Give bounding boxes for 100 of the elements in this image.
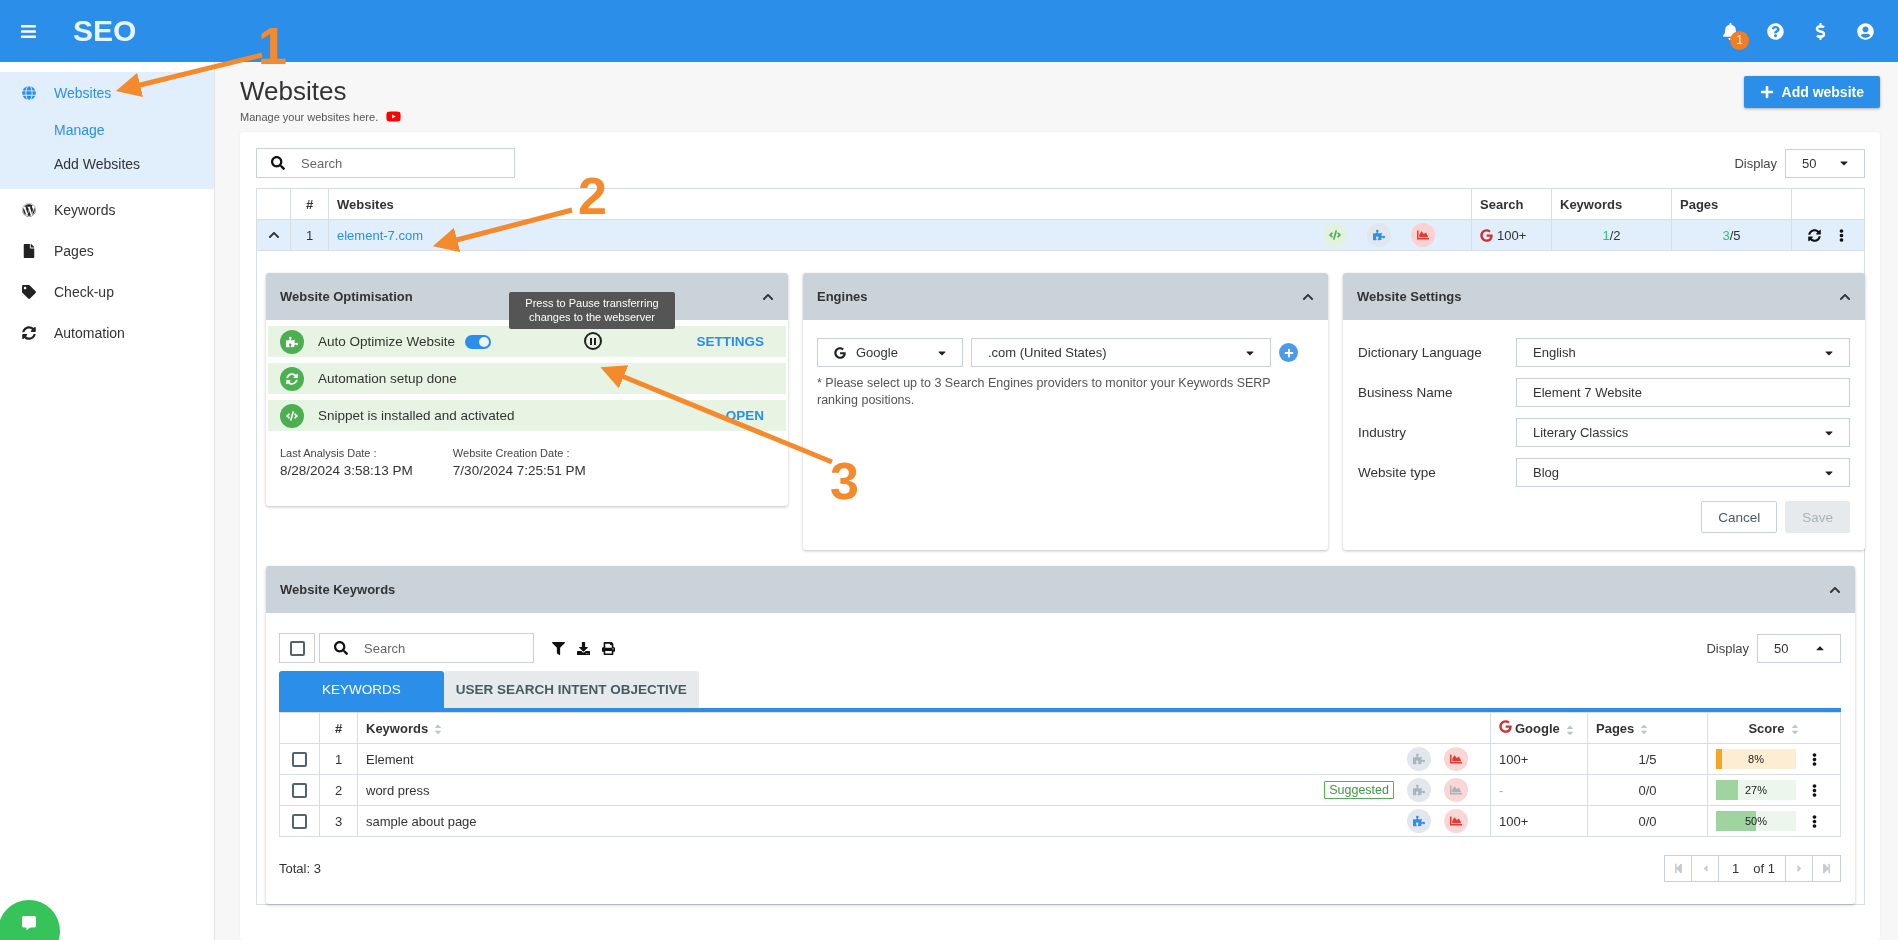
sync-icon [280, 366, 304, 391]
status-label: Automation setup done [318, 371, 457, 386]
puzzle-icon[interactable] [1407, 809, 1431, 833]
page-number[interactable]: 1 [1732, 861, 1740, 876]
column-header: Keywords [1551, 188, 1672, 220]
page-title: Websites [240, 76, 348, 107]
search-icon [334, 641, 348, 655]
sidebar-item[interactable]: Keywords [0, 189, 214, 230]
sidebar-item[interactable]: Pages [0, 230, 214, 271]
page-count: of 1 [1753, 861, 1775, 876]
google-icon [1499, 721, 1512, 736]
google-icon [1480, 228, 1493, 242]
search-rank: 100+ [1497, 227, 1527, 243]
display-label: Display [1734, 155, 1777, 171]
keyword-text: Element [366, 751, 414, 767]
engine-select[interactable]: Google [817, 338, 963, 367]
add-icon[interactable] [1279, 343, 1298, 362]
chart-icon[interactable] [1444, 747, 1468, 771]
annotation-number: 3 [830, 455, 859, 507]
row-checkbox[interactable] [292, 813, 307, 829]
annotation-number: 2 [578, 170, 607, 222]
panel-title: Website Keywords [280, 582, 396, 597]
select-field[interactable]: Literary Classics [1516, 418, 1850, 447]
column-header[interactable]: Pages [1596, 720, 1635, 736]
row-checkbox[interactable] [292, 751, 307, 767]
collapse-icon[interactable] [267, 229, 280, 241]
status-label: Auto Optimize Website [318, 334, 456, 349]
keyword-text: sample about page [366, 813, 477, 829]
download-icon[interactable] [577, 641, 590, 655]
select-all-checkbox[interactable] [289, 640, 305, 656]
user-icon[interactable] [1857, 22, 1874, 40]
column-header[interactable]: Score [1748, 720, 1785, 736]
date-value: 7/30/2024 7:25:51 PM [452, 463, 586, 478]
score-value: 8% [1747, 752, 1765, 767]
table-cell: 1/2 [1551, 219, 1672, 251]
table-cell: 0/0 [1587, 774, 1708, 806]
tag-icon [22, 284, 36, 299]
column-header: Pages [1671, 188, 1792, 220]
table-cell: 3/5 [1671, 219, 1792, 251]
suggested-badge: Suggested [1324, 781, 1394, 799]
chart-icon[interactable] [1444, 778, 1468, 802]
tab[interactable]: USER SEARCH INTENT OBJECTIVE [443, 671, 699, 708]
app-title: SEO [73, 14, 137, 48]
refresh-icon[interactable] [1808, 228, 1821, 242]
select-field[interactable]: English [1516, 338, 1850, 367]
field-label: Industry [1358, 425, 1408, 440]
puzzle-icon[interactable] [1407, 778, 1431, 802]
sidebar-item[interactable]: Automation [0, 312, 214, 353]
score-value: 50% [1744, 814, 1768, 829]
table-cell: 100+ [1490, 743, 1588, 775]
cancel-button[interactable]: Cancel [1701, 501, 1778, 533]
plus-icon [1759, 85, 1774, 99]
column-header[interactable]: Keywords [366, 720, 429, 736]
file-icon [22, 243, 36, 258]
toggle-switch[interactable] [465, 334, 492, 349]
panel-title: Engines [817, 289, 868, 304]
puzzle-icon[interactable] [1367, 223, 1391, 247]
sidebar-item[interactable]: Check-up [0, 271, 214, 312]
search-field[interactable]: Search [256, 148, 515, 178]
annotation-number: 1 [258, 20, 287, 72]
status-label: Snippet is installed and activated [318, 408, 515, 423]
column-header: Search [1471, 188, 1552, 220]
display-select[interactable]: 50 [1757, 633, 1841, 663]
score-value: 27% [1744, 783, 1768, 798]
engines-note: * Please select up to 3 Search Engines providers to monitor your Keywords SERP ranking positions. [817, 375, 1272, 409]
table-cell: 1/5 [1587, 743, 1708, 775]
column-header: # [319, 712, 358, 744]
table-cell: - [1490, 774, 1588, 806]
date-label: Last Analysis Date : [280, 447, 378, 459]
filter-icon[interactable] [552, 641, 565, 655]
chart-icon[interactable] [1411, 223, 1435, 247]
panel-title: Website Settings [1357, 289, 1462, 304]
field-label: Dictionary Language [1358, 345, 1483, 360]
menu-icon[interactable] [20, 22, 37, 40]
table-cell: 100+ [1490, 805, 1588, 837]
notification-badge: 1 [1730, 30, 1749, 50]
chart-icon[interactable] [1444, 809, 1468, 833]
date-value: 8/28/2024 3:58:13 PM [280, 463, 413, 478]
search-field[interactable]: Search [319, 633, 534, 663]
code-icon [280, 403, 304, 428]
date-label: Website Creation Date : [452, 447, 571, 459]
input-field[interactable]: Element 7 Website [1516, 378, 1850, 407]
puzzle-icon [280, 329, 304, 354]
puzzle-icon[interactable] [1407, 747, 1431, 771]
panel-title: Website Optimisation [280, 289, 413, 304]
globe-icon [22, 85, 36, 100]
select-field[interactable]: Blog [1516, 458, 1850, 487]
sidebar-subitem[interactable]: Add Websites [0, 147, 214, 181]
table-cell: 0/0 [1587, 805, 1708, 837]
field-label: Website type [1358, 465, 1437, 480]
video-icon[interactable] [386, 109, 402, 124]
keyword-text: word press [366, 782, 430, 798]
row-checkbox[interactable] [292, 782, 307, 798]
domain-select[interactable]: .com (United States) [971, 338, 1271, 367]
code-icon[interactable] [1323, 223, 1347, 247]
print-icon[interactable] [602, 641, 615, 655]
google-icon [834, 346, 846, 359]
pause-icon[interactable] [584, 332, 602, 350]
display-select[interactable]: 50 [1785, 148, 1865, 178]
help-icon[interactable] [1767, 22, 1784, 40]
